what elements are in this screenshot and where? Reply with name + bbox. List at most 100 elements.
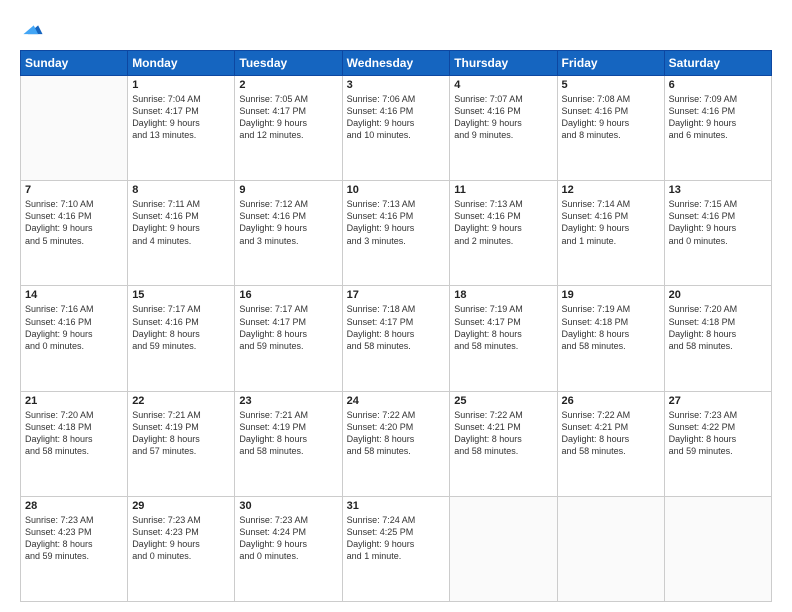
cell-info: Sunrise: 7:19 AM Sunset: 4:18 PM Dayligh…	[562, 303, 660, 352]
calendar-cell: 22Sunrise: 7:21 AM Sunset: 4:19 PM Dayli…	[128, 391, 235, 496]
day-number: 3	[347, 79, 446, 91]
cell-info: Sunrise: 7:21 AM Sunset: 4:19 PM Dayligh…	[239, 409, 337, 458]
calendar-cell	[450, 496, 557, 601]
cell-info: Sunrise: 7:04 AM Sunset: 4:17 PM Dayligh…	[132, 93, 230, 142]
calendar-cell: 20 Sunrise: 7:20 AM Sunset: 4:18 PM Dayli…	[664, 286, 771, 391]
calendar-cell: 23 Sunrise: 7:21 AM Sunset: 4:19 PM Dayli…	[235, 391, 342, 496]
day-number: 27	[669, 395, 767, 407]
day-number: 26	[562, 395, 660, 407]
cell-info: Sunrise: 7:17 AM Sunset: 4:17 PM Dayligh…	[239, 303, 337, 352]
day-number: 4	[454, 79, 552, 91]
day-number: 11	[454, 184, 552, 196]
cell-info: Sunrise: 7:14 AM Sunset: 4:16 PM Dayligh…	[562, 198, 660, 247]
cell-info: Sunrise: 7:07 AM Sunset: 4:16 PM Dayligh…	[454, 93, 552, 142]
cell-info: Sunrise: 7:22 AM Sunset: 4:21 PM Dayligh…	[454, 409, 552, 458]
day-number: 17	[347, 289, 446, 301]
cell-info: Sunrise: 7:10 AM Sunset: 4:16 PM Dayligh…	[25, 198, 123, 247]
cell-info: Sunrise: 7:20 AM Sunset: 4:18 PM Dayligh…	[669, 303, 767, 352]
calendar-cell: 29Sunrise: 7:23 AM Sunset: 4:23 PM Dayli…	[128, 496, 235, 601]
calendar-week-2: 7 Sunrise: 7:10 AM Sunset: 4:16 PM Daylig…	[21, 181, 772, 286]
calendar-cell: 12 Sunrise: 7:14 AM Sunset: 4:16 PM Dayli…	[557, 181, 664, 286]
calendar-cell: 2Sunrise: 7:05 AM Sunset: 4:17 PM Daylig…	[235, 76, 342, 181]
calendar-cell: 27 Sunrise: 7:23 AM Sunset: 4:22 PM Dayli…	[664, 391, 771, 496]
calendar-cell: 14Sunrise: 7:16 AM Sunset: 4:16 PM Dayli…	[21, 286, 128, 391]
day-number: 31	[347, 500, 446, 512]
calendar-table: SundayMondayTuesdayWednesdayThursdayFrid…	[20, 50, 772, 602]
cell-info: Sunrise: 7:06 AM Sunset: 4:16 PM Dayligh…	[347, 93, 446, 142]
day-number: 13	[669, 184, 767, 196]
day-number: 1	[132, 79, 230, 91]
calendar-header-row: SundayMondayTuesdayWednesdayThursdayFrid…	[21, 51, 772, 76]
calendar-cell: 10 Sunrise: 7:13 AM Sunset: 4:16 PM Dayli…	[342, 181, 450, 286]
calendar-cell: 5Sunrise: 7:08 AM Sunset: 4:16 PM Daylig…	[557, 76, 664, 181]
day-number: 2	[239, 79, 337, 91]
logo	[20, 18, 44, 42]
col-header-thursday: Thursday	[450, 51, 557, 76]
logo-icon	[22, 18, 44, 40]
cell-info: Sunrise: 7:16 AM Sunset: 4:16 PM Dayligh…	[25, 303, 123, 352]
cell-info: Sunrise: 7:11 AM Sunset: 4:16 PM Dayligh…	[132, 198, 230, 247]
cell-info: Sunrise: 7:19 AM Sunset: 4:17 PM Dayligh…	[454, 303, 552, 352]
calendar-week-5: 28 Sunrise: 7:23 AM Sunset: 4:23 PM Dayli…	[21, 496, 772, 601]
cell-info: Sunrise: 7:17 AM Sunset: 4:16 PM Dayligh…	[132, 303, 230, 352]
day-number: 30	[239, 500, 337, 512]
col-header-saturday: Saturday	[664, 51, 771, 76]
calendar-week-4: 21 Sunrise: 7:20 AM Sunset: 4:18 PM Dayli…	[21, 391, 772, 496]
cell-info: Sunrise: 7:13 AM Sunset: 4:16 PM Dayligh…	[347, 198, 446, 247]
col-header-sunday: Sunday	[21, 51, 128, 76]
day-number: 23	[239, 395, 337, 407]
calendar-cell: 31 Sunrise: 7:24 AM Sunset: 4:25 PM Dayli…	[342, 496, 450, 601]
calendar-cell: 25 Sunrise: 7:22 AM Sunset: 4:21 PM Dayli…	[450, 391, 557, 496]
cell-info: Sunrise: 7:13 AM Sunset: 4:16 PM Dayligh…	[454, 198, 552, 247]
day-number: 19	[562, 289, 660, 301]
day-number: 7	[25, 184, 123, 196]
cell-info: Sunrise: 7:20 AM Sunset: 4:18 PM Dayligh…	[25, 409, 123, 458]
calendar-cell: 21 Sunrise: 7:20 AM Sunset: 4:18 PM Dayli…	[21, 391, 128, 496]
day-number: 24	[347, 395, 446, 407]
calendar-cell: 26 Sunrise: 7:22 AM Sunset: 4:21 PM Dayli…	[557, 391, 664, 496]
calendar-cell: 30 Sunrise: 7:23 AM Sunset: 4:24 PM Dayli…	[235, 496, 342, 601]
cell-info: Sunrise: 7:21 AM Sunset: 4:19 PM Dayligh…	[132, 409, 230, 458]
calendar-cell: 16Sunrise: 7:17 AM Sunset: 4:17 PM Dayli…	[235, 286, 342, 391]
day-number: 20	[669, 289, 767, 301]
cell-info: Sunrise: 7:24 AM Sunset: 4:25 PM Dayligh…	[347, 514, 446, 563]
calendar-cell: 7 Sunrise: 7:10 AM Sunset: 4:16 PM Daylig…	[21, 181, 128, 286]
day-number: 12	[562, 184, 660, 196]
calendar-cell: 1 Sunrise: 7:04 AM Sunset: 4:17 PM Daylig…	[128, 76, 235, 181]
cell-info: Sunrise: 7:09 AM Sunset: 4:16 PM Dayligh…	[669, 93, 767, 142]
calendar-cell: 18 Sunrise: 7:19 AM Sunset: 4:17 PM Dayli…	[450, 286, 557, 391]
cell-info: Sunrise: 7:23 AM Sunset: 4:24 PM Dayligh…	[239, 514, 337, 563]
col-header-tuesday: Tuesday	[235, 51, 342, 76]
calendar-cell: 9Sunrise: 7:12 AM Sunset: 4:16 PM Daylig…	[235, 181, 342, 286]
day-number: 25	[454, 395, 552, 407]
cell-info: Sunrise: 7:23 AM Sunset: 4:23 PM Dayligh…	[25, 514, 123, 563]
cell-info: Sunrise: 7:23 AM Sunset: 4:22 PM Dayligh…	[669, 409, 767, 458]
day-number: 5	[562, 79, 660, 91]
calendar-cell: 6 Sunrise: 7:09 AM Sunset: 4:16 PM Daylig…	[664, 76, 771, 181]
day-number: 18	[454, 289, 552, 301]
calendar-cell: 15 Sunrise: 7:17 AM Sunset: 4:16 PM Dayli…	[128, 286, 235, 391]
day-number: 6	[669, 79, 767, 91]
calendar-cell	[21, 76, 128, 181]
day-number: 29	[132, 500, 230, 512]
calendar-cell	[664, 496, 771, 601]
calendar-week-3: 14Sunrise: 7:16 AM Sunset: 4:16 PM Dayli…	[21, 286, 772, 391]
day-number: 21	[25, 395, 123, 407]
col-header-wednesday: Wednesday	[342, 51, 450, 76]
calendar-cell	[557, 496, 664, 601]
cell-info: Sunrise: 7:22 AM Sunset: 4:21 PM Dayligh…	[562, 409, 660, 458]
cell-info: Sunrise: 7:18 AM Sunset: 4:17 PM Dayligh…	[347, 303, 446, 352]
cell-info: Sunrise: 7:12 AM Sunset: 4:16 PM Dayligh…	[239, 198, 337, 247]
day-number: 28	[25, 500, 123, 512]
col-header-monday: Monday	[128, 51, 235, 76]
calendar-cell: 17 Sunrise: 7:18 AM Sunset: 4:17 PM Dayli…	[342, 286, 450, 391]
calendar-cell: 19 Sunrise: 7:19 AM Sunset: 4:18 PM Dayli…	[557, 286, 664, 391]
cell-info: Sunrise: 7:15 AM Sunset: 4:16 PM Dayligh…	[669, 198, 767, 247]
day-number: 15	[132, 289, 230, 301]
calendar-cell: 8 Sunrise: 7:11 AM Sunset: 4:16 PM Daylig…	[128, 181, 235, 286]
cell-info: Sunrise: 7:22 AM Sunset: 4:20 PM Dayligh…	[347, 409, 446, 458]
calendar-cell: 3 Sunrise: 7:06 AM Sunset: 4:16 PM Daylig…	[342, 76, 450, 181]
day-number: 8	[132, 184, 230, 196]
day-number: 10	[347, 184, 446, 196]
page: SundayMondayTuesdayWednesdayThursdayFrid…	[0, 0, 792, 612]
